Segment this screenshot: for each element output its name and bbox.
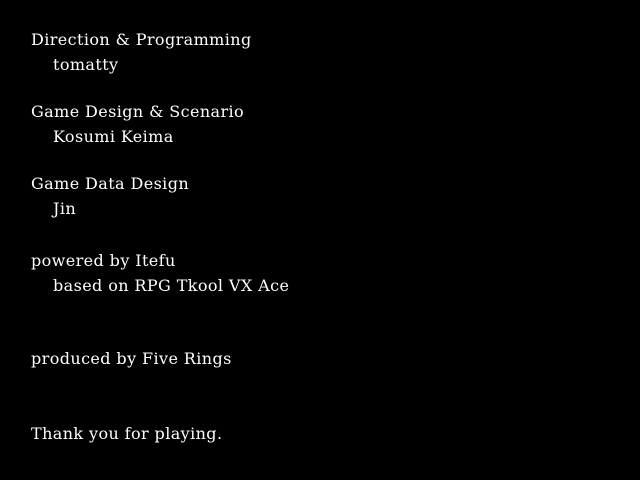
credit-engine-detail: based on RPG Tkool VX Ace [53,276,290,295]
credit-engine: powered by Itefu [31,251,176,270]
credits-screen: Direction & Programming tomatty Game Des… [0,0,640,480]
credit-name-direction: tomatty [53,55,119,74]
closing-message: Thank you for playing. [31,424,223,443]
credit-name-design: Kosumi Keima [53,127,174,146]
credit-producer: produced by Five Rings [31,349,232,368]
credit-name-data: Jin [53,199,77,218]
credit-heading-design: Game Design & Scenario [31,102,245,121]
credit-heading-data: Game Data Design [31,174,190,193]
credit-heading-direction: Direction & Programming [31,30,252,49]
